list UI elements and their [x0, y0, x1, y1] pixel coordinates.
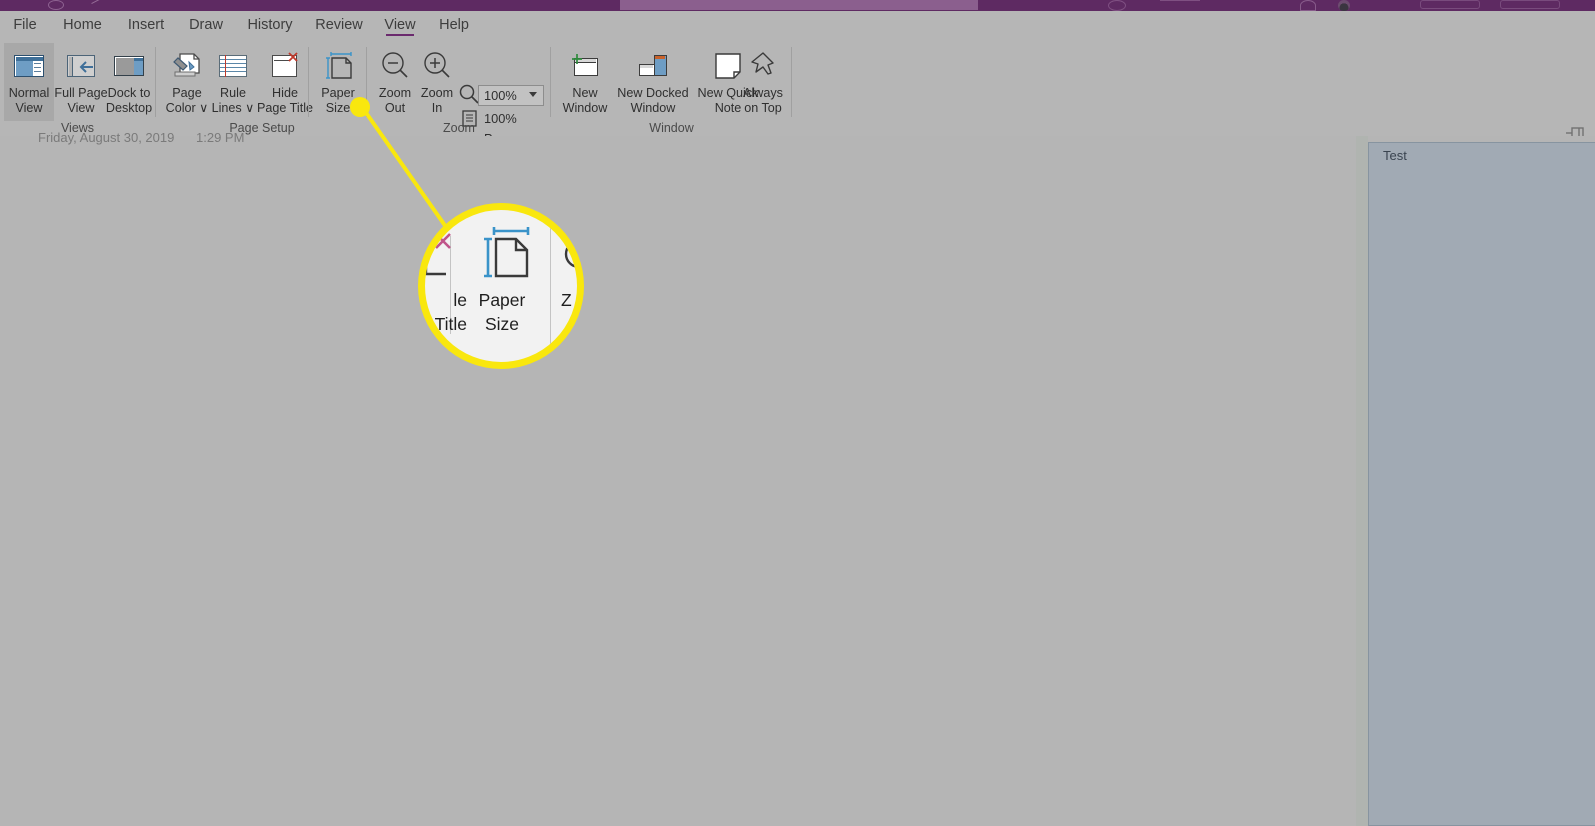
ribbon-tab-strip: File Home Insert Draw History Review Vie…: [0, 11, 1595, 39]
callout-neighbor-left-label: le Title: [434, 290, 467, 334]
tab-file-label: File: [13, 17, 37, 33]
callout-neighbor-right-label: Z: [561, 290, 572, 310]
tab-history-label: History: [247, 17, 293, 33]
hide-page-title-icon: [268, 49, 302, 83]
dock-to-desktop-icon: [112, 49, 146, 83]
callout-content: le Title Paper Size Z: [425, 210, 577, 362]
tab-review-label: Review: [315, 17, 363, 33]
tab-insert-label: Insert: [127, 17, 165, 33]
new-docked-window-icon: [636, 49, 670, 83]
rule-lines-icon: [216, 49, 250, 83]
always-on-top-button[interactable]: Always on Top: [732, 43, 794, 121]
callout-divider-right: [550, 220, 551, 350]
side-panel-gutter: [1356, 136, 1368, 826]
tab-view-label: View: [384, 17, 416, 33]
side-panel[interactable]: Test: [1368, 142, 1595, 826]
title-bar: [0, 0, 1595, 11]
tab-help-label: Help: [439, 17, 469, 33]
undo-icon[interactable]: [1108, 0, 1126, 11]
forward-icon[interactable]: [91, 0, 105, 9]
back-icon[interactable]: [48, 0, 64, 10]
ribbon-group-views: Normal View Full Page View Dock to Deskt…: [0, 39, 156, 136]
group-label-window: Window: [649, 121, 694, 135]
application-window: File Home Insert Draw History Review Vie…: [0, 0, 1595, 826]
new-window-icon: [568, 49, 602, 83]
tab-home-label: Home: [63, 17, 102, 33]
tab-draw-label: Draw: [189, 17, 223, 33]
zoom-level-select[interactable]: 100%: [478, 85, 544, 106]
document-time: 1:29 PM: [196, 130, 245, 145]
group-label-page-setup: Page Setup: [229, 121, 295, 135]
group-divider: [155, 47, 156, 117]
ribbon-body: Normal View Full Page View Dock to Deskt…: [0, 39, 1595, 161]
group-inner-divider: [308, 47, 309, 117]
always-on-top-icon: [746, 49, 780, 83]
zoom-in-button[interactable]: Zoom In: [412, 43, 462, 121]
dock-to-desktop-label: Dock to Desktop: [105, 86, 153, 115]
full-page-view-icon: [64, 49, 98, 83]
side-panel-title: Test: [1383, 148, 1407, 163]
callout-hide-page-title-icon: [425, 230, 460, 285]
callout-anchor-dot: [350, 97, 370, 117]
tab-home[interactable]: Home: [55, 11, 110, 39]
new-window-button[interactable]: New Window: [554, 43, 616, 121]
always-on-top-label: Always on Top: [743, 86, 783, 115]
zoom-search-icon: [458, 83, 480, 110]
search-input[interactable]: [620, 0, 978, 10]
window-close-icon[interactable]: [1500, 0, 1560, 9]
new-docked-window-label: New Docked Window: [617, 86, 689, 115]
zoom-in-label: Zoom In: [420, 86, 454, 115]
redo-icon[interactable]: [1160, 0, 1200, 11]
tab-help[interactable]: Help: [432, 11, 476, 39]
normal-view-icon: [12, 49, 46, 83]
group-divider: [791, 47, 792, 117]
tab-insert[interactable]: Insert: [120, 11, 172, 39]
ribbon: File Home Insert Draw History Review Vie…: [0, 11, 1595, 161]
ribbon-group-window: New Window New Docked Window New Quick N…: [552, 39, 794, 136]
zoom-out-icon: [378, 49, 412, 83]
callout-paper-size-label: Paper Size: [478, 290, 526, 334]
dock-to-desktop-button[interactable]: Dock to Desktop: [98, 43, 160, 121]
ribbon-group-zoom: Zoom Out Zoom In 100% 100% Zoom: [368, 39, 551, 161]
tab-file[interactable]: File: [6, 11, 44, 39]
document-date: Friday, August 30, 2019: [38, 130, 175, 145]
tab-history[interactable]: History: [240, 11, 300, 39]
window-minimize-icon[interactable]: [1420, 0, 1480, 9]
callout-paper-size-icon: [480, 225, 532, 288]
tab-draw[interactable]: Draw: [182, 11, 230, 39]
zoom-level-value: 100%: [484, 88, 517, 103]
group-label-zoom: Zoom: [443, 121, 475, 135]
zoom-in-icon: [420, 49, 454, 83]
new-docked-window-button[interactable]: New Docked Window: [614, 43, 692, 121]
avatar[interactable]: [1338, 0, 1350, 11]
paper-size-icon: [321, 49, 355, 83]
share-icon[interactable]: [1300, 0, 1316, 11]
tab-review[interactable]: Review: [310, 11, 368, 39]
hide-page-title-button[interactable]: Hide Page Title: [254, 43, 316, 121]
new-window-label: New Window: [562, 86, 608, 115]
page-color-icon: [170, 49, 204, 83]
chevron-down-icon[interactable]: [529, 92, 537, 97]
ribbon-group-page-setup: Page Color ∨ Rule Lines ∨ Hide Page Titl…: [158, 39, 367, 136]
tab-view[interactable]: View: [378, 11, 422, 39]
callout-magnifier: le Title Paper Size Z: [418, 203, 584, 369]
